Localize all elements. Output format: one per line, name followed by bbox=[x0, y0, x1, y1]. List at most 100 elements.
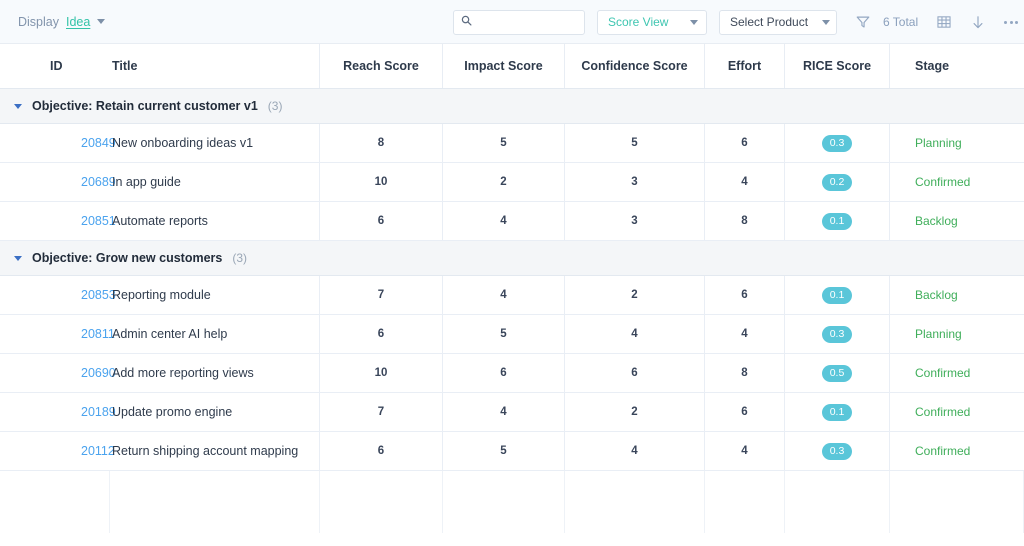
cell-title[interactable]: In app guide bbox=[110, 163, 320, 201]
table-row[interactable]: 20112Return shipping account mapping6544… bbox=[0, 432, 1024, 471]
funnel-filter-icon[interactable] bbox=[855, 14, 871, 30]
column-header-impact[interactable]: Impact Score bbox=[443, 44, 565, 88]
table-row[interactable]: 20853Reporting module74260.1Backlog bbox=[0, 276, 1024, 315]
group-header-row[interactable]: Objective: Grow new customers(3) bbox=[0, 241, 1024, 276]
column-header-stage[interactable]: Stage bbox=[890, 44, 1024, 88]
select-product-dropdown[interactable]: Select Product bbox=[719, 10, 837, 35]
cell-effort[interactable]: 4 bbox=[705, 315, 785, 353]
stage-label: Backlog bbox=[915, 288, 958, 302]
column-header-title[interactable]: Title bbox=[110, 44, 320, 88]
table-row[interactable]: 20849New onboarding ideas v185560.3Plann… bbox=[0, 124, 1024, 163]
column-header-reach[interactable]: Reach Score bbox=[320, 44, 443, 88]
impact-value: 2 bbox=[500, 176, 506, 188]
cell-confidence-score[interactable]: 2 bbox=[565, 393, 705, 431]
cell-impact-score[interactable]: 4 bbox=[443, 393, 565, 431]
cell-effort[interactable]: 8 bbox=[705, 354, 785, 392]
idea-title: Reporting module bbox=[112, 288, 211, 302]
cell-title[interactable]: Add more reporting views bbox=[110, 354, 320, 392]
cell-confidence-score[interactable]: 5 bbox=[565, 124, 705, 162]
table-row[interactable]: 20189Update promo engine74260.1Confirmed bbox=[0, 393, 1024, 432]
score-view-dropdown[interactable]: Score View bbox=[597, 10, 707, 35]
empty-cell bbox=[320, 471, 443, 533]
table-row[interactable]: 20690Add more reporting views106680.5Con… bbox=[0, 354, 1024, 393]
empty-cell bbox=[785, 471, 890, 533]
cell-stage[interactable]: Confirmed bbox=[890, 354, 1024, 392]
table-row[interactable]: 20811Admin center AI help65440.3Planning bbox=[0, 315, 1024, 354]
column-header-id[interactable]: ID bbox=[0, 44, 110, 88]
cell-effort[interactable]: 8 bbox=[705, 202, 785, 240]
group-count: (3) bbox=[232, 251, 247, 265]
stage-label: Confirmed bbox=[915, 366, 970, 380]
cell-confidence-score[interactable]: 4 bbox=[565, 432, 705, 470]
group-collapse-icon[interactable] bbox=[14, 256, 22, 261]
cell-reach-score[interactable]: 6 bbox=[320, 202, 443, 240]
cell-title[interactable]: New onboarding ideas v1 bbox=[110, 124, 320, 162]
cell-reach-score[interactable]: 7 bbox=[320, 393, 443, 431]
cell-impact-score[interactable]: 6 bbox=[443, 354, 565, 392]
cell-effort[interactable]: 6 bbox=[705, 276, 785, 314]
cell-reach-score[interactable]: 7 bbox=[320, 276, 443, 314]
cell-confidence-score[interactable]: 4 bbox=[565, 315, 705, 353]
cell-effort[interactable]: 4 bbox=[705, 432, 785, 470]
group-collapse-icon[interactable] bbox=[14, 104, 22, 109]
cell-stage[interactable]: Planning bbox=[890, 315, 1024, 353]
cell-reach-score[interactable]: 6 bbox=[320, 432, 443, 470]
column-header-effort[interactable]: Effort bbox=[705, 44, 785, 88]
cell-stage[interactable]: Planning bbox=[890, 124, 1024, 162]
confidence-value: 3 bbox=[631, 215, 637, 227]
cell-stage[interactable]: Backlog bbox=[890, 276, 1024, 314]
cell-impact-score[interactable]: 5 bbox=[443, 432, 565, 470]
column-header-confidence[interactable]: Confidence Score bbox=[565, 44, 705, 88]
cell-confidence-score[interactable]: 3 bbox=[565, 202, 705, 240]
cell-impact-score[interactable]: 5 bbox=[443, 124, 565, 162]
search-input[interactable] bbox=[477, 16, 577, 28]
rice-score-badge: 0.2 bbox=[822, 174, 853, 191]
cell-stage[interactable]: Backlog bbox=[890, 202, 1024, 240]
cell-title[interactable]: Admin center AI help bbox=[110, 315, 320, 353]
column-header-rice[interactable]: RICE Score bbox=[785, 44, 890, 88]
stage-label: Confirmed bbox=[915, 175, 970, 189]
cell-stage[interactable]: Confirmed bbox=[890, 163, 1024, 201]
grid-table-icon[interactable] bbox=[936, 14, 952, 30]
cell-stage[interactable]: Confirmed bbox=[890, 432, 1024, 470]
cell-reach-score[interactable]: 10 bbox=[320, 163, 443, 201]
cell-impact-score[interactable]: 5 bbox=[443, 315, 565, 353]
cell-effort[interactable]: 6 bbox=[705, 393, 785, 431]
table-row[interactable]: 20851Automate reports64380.1Backlog bbox=[0, 202, 1024, 241]
cell-reach-score[interactable]: 8 bbox=[320, 124, 443, 162]
cell-effort[interactable]: 6 bbox=[705, 124, 785, 162]
search-box[interactable] bbox=[453, 10, 585, 35]
ideas-table: ID Title Reach Score Impact Score Confid… bbox=[0, 44, 1024, 533]
arrow-down-icon[interactable] bbox=[970, 14, 986, 31]
toolbar-controls: Score View Select Product 6 Total bbox=[453, 0, 1018, 44]
cell-impact-score[interactable]: 4 bbox=[443, 276, 565, 314]
confidence-value: 4 bbox=[631, 445, 637, 457]
cell-effort[interactable]: 4 bbox=[705, 163, 785, 201]
cell-title[interactable]: Reporting module bbox=[110, 276, 320, 314]
idea-title: Automate reports bbox=[112, 214, 208, 228]
rice-score-badge: 0.3 bbox=[822, 135, 853, 152]
table-row[interactable]: 20689In app guide102340.2Confirmed bbox=[0, 163, 1024, 202]
display-value-idea[interactable]: Idea bbox=[66, 15, 90, 29]
cell-impact-score[interactable]: 2 bbox=[443, 163, 565, 201]
cell-reach-score[interactable]: 10 bbox=[320, 354, 443, 392]
cell-stage[interactable]: Confirmed bbox=[890, 393, 1024, 431]
cell-confidence-score[interactable]: 6 bbox=[565, 354, 705, 392]
rice-score-badge: 0.1 bbox=[822, 287, 853, 304]
reach-value: 8 bbox=[378, 137, 384, 149]
idea-title: Update promo engine bbox=[112, 405, 232, 419]
chevron-down-icon[interactable] bbox=[97, 19, 105, 24]
group-header-row[interactable]: Objective: Retain current customer v1(3) bbox=[0, 89, 1024, 124]
cell-title[interactable]: Return shipping account mapping bbox=[110, 432, 320, 470]
more-options-icon[interactable] bbox=[1004, 21, 1018, 24]
chevron-down-icon[interactable] bbox=[822, 20, 830, 25]
chevron-down-icon[interactable] bbox=[690, 20, 698, 25]
cell-confidence-score[interactable]: 3 bbox=[565, 163, 705, 201]
display-selector[interactable]: Display Idea bbox=[18, 15, 105, 29]
stage-label: Confirmed bbox=[915, 405, 970, 419]
cell-impact-score[interactable]: 4 bbox=[443, 202, 565, 240]
cell-title[interactable]: Automate reports bbox=[110, 202, 320, 240]
cell-reach-score[interactable]: 6 bbox=[320, 315, 443, 353]
cell-title[interactable]: Update promo engine bbox=[110, 393, 320, 431]
cell-confidence-score[interactable]: 2 bbox=[565, 276, 705, 314]
